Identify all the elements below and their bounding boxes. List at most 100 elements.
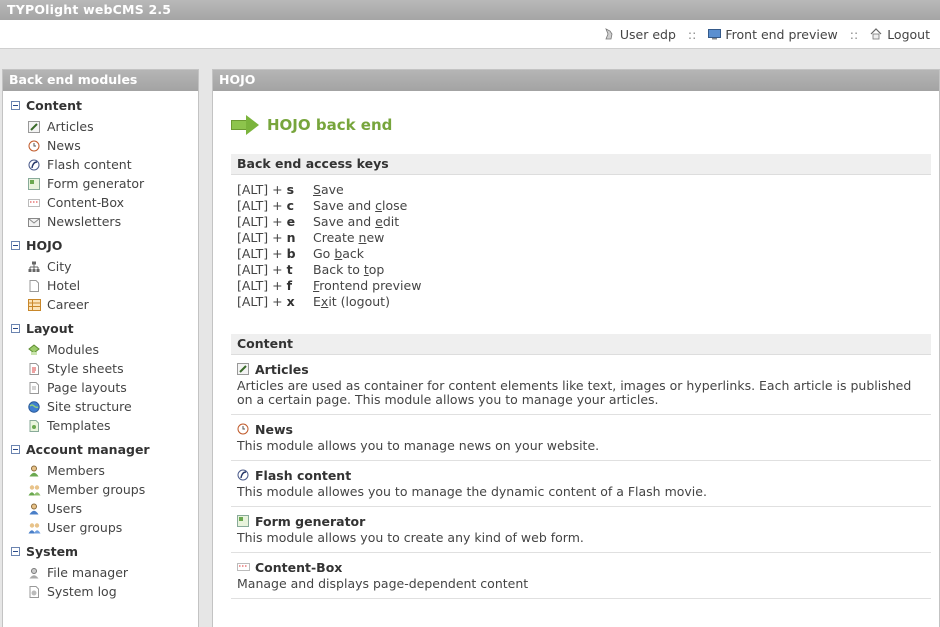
group-title: Account manager: [26, 442, 150, 457]
content-box-icon: [28, 197, 40, 209]
collapse-icon[interactable]: [11, 324, 20, 333]
logout-link[interactable]: Logout: [870, 27, 930, 42]
key-combo: [ALT] + t: [237, 262, 293, 277]
member-icon: [28, 465, 40, 477]
sidebar-item-label: Form generator: [47, 176, 145, 191]
content-box-icon: [237, 561, 250, 573]
module-link-articles[interactable]: Articles: [237, 361, 925, 377]
module-description: Manage and displays page-dependent conte…: [237, 576, 529, 591]
nav-separator: ::: [849, 26, 859, 42]
sidebar-item-label: City: [47, 259, 72, 274]
app-title: TYPOlight webCMS 2.5: [7, 2, 172, 17]
sidebar-item-newsletters[interactable]: Newsletters: [3, 212, 198, 231]
sidebar-item-label: Career: [47, 297, 89, 312]
access-keys-list: [ALT] + s Save [ALT] + c Save and close …: [231, 175, 931, 310]
main-heading: HOJO: [213, 70, 939, 91]
sidebar-item-label: Page layouts: [47, 380, 127, 395]
sidebar-heading: Back end modules: [3, 70, 198, 91]
key-combo: [ALT] + s: [237, 182, 295, 197]
sidebar-item-hotel[interactable]: Hotel: [3, 276, 198, 295]
sidebar-item-label: Content-Box: [47, 195, 125, 210]
sidebar-item-style-sheets[interactable]: Style sheets: [3, 359, 198, 378]
sidebar-item-member-groups[interactable]: Member groups: [3, 480, 198, 499]
sidebar-item-articles[interactable]: Articles: [3, 117, 198, 136]
group-title: Content: [26, 98, 82, 113]
sidebar-item-label: Articles: [47, 119, 94, 134]
sidebar-item-user-groups[interactable]: User groups: [3, 518, 198, 537]
envelope-icon: [28, 216, 40, 228]
main-panel: HOJO HOJO back end Back end access keys …: [212, 69, 940, 627]
access-key-row: [ALT] + s Save: [237, 182, 925, 198]
sidebar-item-news[interactable]: News: [3, 136, 198, 155]
group-header[interactable]: Content: [3, 97, 198, 114]
sidebar-item-label: Users: [47, 501, 83, 516]
group-header[interactable]: Account manager: [3, 441, 198, 458]
clock-icon: [237, 423, 249, 435]
key-combo: [ALT] + e: [237, 214, 296, 229]
module-description: This module allows you to manage news on…: [237, 438, 600, 453]
front-end-preview-label: Front end preview: [725, 26, 838, 42]
flash-icon: [237, 469, 249, 481]
access-key-row: [ALT] + b Go back: [237, 246, 925, 262]
front-end-preview-link[interactable]: Front end preview: [708, 26, 838, 42]
pencil-icon: [28, 120, 40, 133]
collapse-icon[interactable]: [11, 547, 20, 556]
app-title-bar: TYPOlight webCMS 2.5: [0, 0, 940, 20]
module-link-flash-content[interactable]: Flash content: [237, 467, 925, 483]
sidebar-item-career[interactable]: Career: [3, 295, 198, 314]
log-icon: [28, 585, 40, 598]
access-key-row: [ALT] + c Save and close: [237, 198, 925, 214]
collapse-icon[interactable]: [11, 445, 20, 454]
module-news: News This module allows you to manage ne…: [231, 415, 931, 461]
globe-icon: [28, 400, 40, 413]
user-link[interactable]: User edp: [603, 27, 676, 42]
module-link-form-generator[interactable]: Form generator: [237, 513, 925, 529]
sidebar-item-page-layouts[interactable]: Page layouts: [3, 378, 198, 397]
group-header[interactable]: System: [3, 543, 198, 560]
module-articles: Articles Articles are used as container …: [231, 355, 931, 415]
page-title: HOJO back end: [231, 112, 939, 138]
sidebar-item-city[interactable]: City: [3, 257, 198, 276]
member-group-icon: [28, 484, 41, 496]
module-title: Form generator: [255, 513, 366, 529]
access-keys-heading: Back end access keys: [231, 154, 931, 175]
sidebar-item-label: Site structure: [47, 399, 132, 414]
sidebar-item-content-box[interactable]: Content-Box: [3, 193, 198, 212]
collapse-icon[interactable]: [11, 101, 20, 110]
nav-group-hojo: HOJO City Hotel Career: [3, 237, 198, 314]
key-combo: [ALT] + x: [237, 294, 295, 309]
sidebar-item-label: System log: [47, 584, 117, 599]
sidebar-item-label: User groups: [47, 520, 123, 535]
nav-separator: ::: [687, 26, 697, 42]
sidebar-item-file-manager[interactable]: File manager: [3, 563, 198, 582]
group-title: Layout: [26, 321, 74, 336]
key-combo: [ALT] + f: [237, 278, 293, 293]
home-icon: [870, 28, 882, 40]
sidebar-item-modules[interactable]: Modules: [3, 340, 198, 359]
key-action: Go back: [313, 246, 365, 261]
group-header[interactable]: Layout: [3, 320, 198, 337]
group-title: System: [26, 544, 79, 559]
sidebar-item-label: File manager: [47, 565, 129, 580]
module-link-content-box[interactable]: Content-Box: [237, 559, 925, 575]
sidebar-item-form-generator[interactable]: Form generator: [3, 174, 198, 193]
collapse-icon[interactable]: [11, 241, 20, 250]
content-section: Content Articles Articles are used as co…: [231, 334, 931, 599]
sidebar-item-users[interactable]: Users: [3, 499, 198, 518]
module-title: Flash content: [255, 467, 352, 483]
sidebar-item-templates[interactable]: Templates: [3, 416, 198, 435]
table-icon: [28, 298, 41, 311]
sidebar-item-flash-content[interactable]: Flash content: [3, 155, 198, 174]
access-key-row: [ALT] + f Frontend preview: [237, 278, 925, 294]
sidebar-item-members[interactable]: Members: [3, 461, 198, 480]
access-key-row: [ALT] + x Exit (logout): [237, 294, 925, 310]
module-title: Content-Box: [255, 559, 343, 575]
sidebar-item-label: Flash content: [47, 157, 132, 172]
group-header[interactable]: HOJO: [3, 237, 198, 254]
form-icon: [28, 177, 40, 190]
sidebar-item-system-log[interactable]: System log: [3, 582, 198, 601]
sidebar-item-site-structure[interactable]: Site structure: [3, 397, 198, 416]
module-link-news[interactable]: News: [237, 421, 925, 437]
key-action: Save: [313, 182, 344, 197]
sidebar-item-label: Modules: [47, 342, 99, 357]
